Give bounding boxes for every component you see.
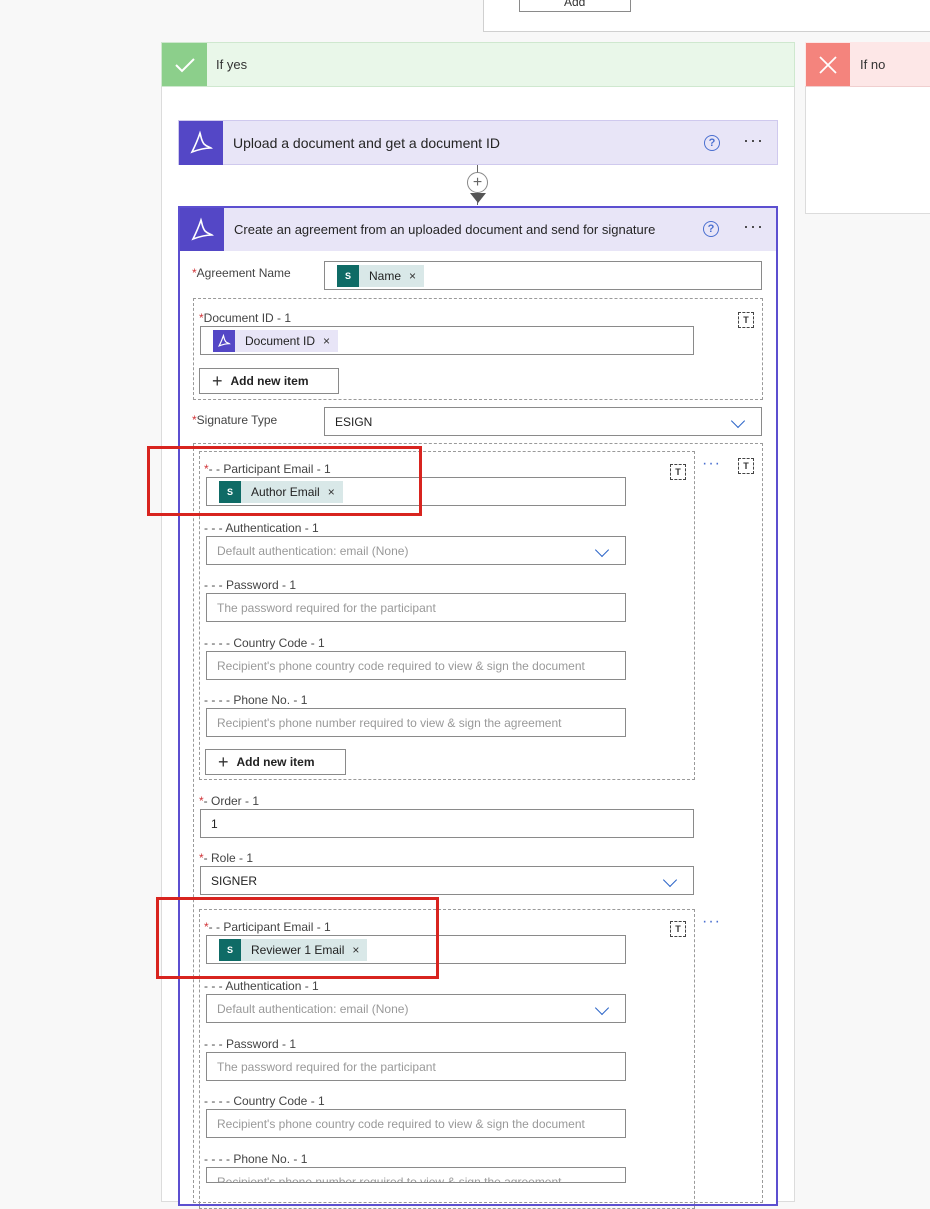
order-field[interactable]: 1 [200,809,694,838]
role-label-text: - Role - 1 [203,851,254,865]
insert-step-icon[interactable]: + [467,172,488,193]
add-new-item-label: Add new item [230,374,309,388]
close-icon [806,43,850,86]
phone-field[interactable]: Recipient's phone number required to vie… [206,1167,626,1183]
country-code-label: - - - - Country Code - 1 [204,636,325,650]
role-value: SIGNER [211,874,258,888]
delete-item-icon[interactable]: T [670,921,686,937]
document-id-token-label: Document ID [245,334,316,348]
upload-action-title: Upload a document and get a document ID [233,135,500,151]
phone-placeholder: Recipient's phone number required to vie… [217,1175,562,1183]
plus-icon: + [212,371,223,391]
name-token-label: Name [369,269,402,283]
add-document-id-button[interactable]: + Add new item [199,368,339,394]
country-code-field[interactable]: Recipient's phone country code required … [206,1109,626,1138]
country-code-placeholder: Recipient's phone country code required … [217,1117,585,1131]
create-agreement-title: Create an agreement from an uploaded doc… [234,222,656,237]
authentication-label: - - - Authentication - 1 [204,521,319,535]
phone-field[interactable]: Recipient's phone number required to vie… [206,708,626,737]
password-field[interactable]: The password required for the participan… [206,1052,626,1081]
authentication-dropdown[interactable]: Default authentication: email (None) [206,536,626,565]
check-icon [162,43,207,86]
country-code-label: - - - - Country Code - 1 [204,1094,325,1108]
if-yes-label: If yes [216,57,248,72]
phone-placeholder: Recipient's phone number required to vie… [217,716,562,730]
add-new-item-label: Add new item [236,755,315,769]
remove-token-icon[interactable]: × [323,334,330,348]
agreement-name-label: *Agreement Name [192,266,291,280]
document-id-label: *Document ID - 1 [199,311,291,325]
phone-label: - - - - Phone No. - 1 [204,693,308,707]
more-options-icon[interactable]: ··· [702,455,721,473]
if-no-label: If no [860,57,886,72]
authentication-placeholder: Default authentication: email (None) [217,1002,409,1016]
highlight-box [156,897,439,979]
agreement-name-label-text: Agreement Name [196,266,291,280]
agreement-name-field[interactable]: S Name × [324,261,762,290]
password-placeholder: The password required for the participan… [217,601,436,615]
more-options-icon[interactable]: ··· [743,130,764,151]
signature-type-value: ESIGN [335,415,373,429]
authentication-placeholder: Default authentication: email (None) [217,544,409,558]
authentication-label: - - - Authentication - 1 [204,979,319,993]
delete-item-icon[interactable]: T [738,312,754,328]
role-label: *- Role - 1 [199,851,253,865]
add-button-label: Add [564,0,586,9]
country-code-placeholder: Recipient's phone country code required … [217,659,585,673]
chevron-down-icon [662,872,678,888]
more-options-icon[interactable]: ··· [702,913,721,931]
order-value: 1 [211,817,218,831]
order-label-text: - Order - 1 [203,794,260,808]
highlight-box [147,446,422,516]
help-icon[interactable]: ? [703,221,719,237]
password-label: - - - Password - 1 [204,578,297,592]
signature-type-dropdown[interactable]: ESIGN [324,407,762,436]
password-placeholder: The password required for the participan… [217,1060,436,1074]
order-label: *- Order - 1 [199,794,259,808]
name-token[interactable]: S Name × [337,265,425,287]
remove-token-icon[interactable]: × [409,269,416,283]
adobe-sign-icon [213,330,235,352]
delete-item-icon[interactable]: T [670,464,686,480]
signature-type-label: *Signature Type [192,413,277,427]
adobe-sign-icon [179,121,223,165]
chevron-down-icon [594,1000,610,1016]
phone-label: - - - - Phone No. - 1 [204,1152,308,1166]
arrow-down-icon [470,193,486,203]
chevron-down-icon [730,413,746,429]
add-button[interactable]: Add [519,0,631,12]
if-yes-header[interactable] [161,42,795,87]
authentication-dropdown[interactable]: Default authentication: email (None) [206,994,626,1023]
adobe-sign-icon [180,208,224,251]
add-member-button[interactable]: + Add new item [205,749,346,775]
signature-type-label-text: Signature Type [196,413,278,427]
document-id-field[interactable]: Document ID × [200,326,694,355]
password-field[interactable]: The password required for the participan… [206,593,626,622]
more-options-icon[interactable]: ··· [743,216,764,237]
help-icon[interactable]: ? [704,135,720,151]
document-id-label-text: Document ID - 1 [203,311,292,325]
chevron-down-icon [594,542,610,558]
delete-item-icon[interactable]: T [738,458,754,474]
document-id-token[interactable]: Document ID × [213,330,339,352]
plus-icon: + [218,752,229,772]
password-label: - - - Password - 1 [204,1037,297,1051]
sharepoint-icon: S [337,265,359,287]
country-code-field[interactable]: Recipient's phone country code required … [206,651,626,680]
role-dropdown[interactable]: SIGNER [200,866,694,895]
